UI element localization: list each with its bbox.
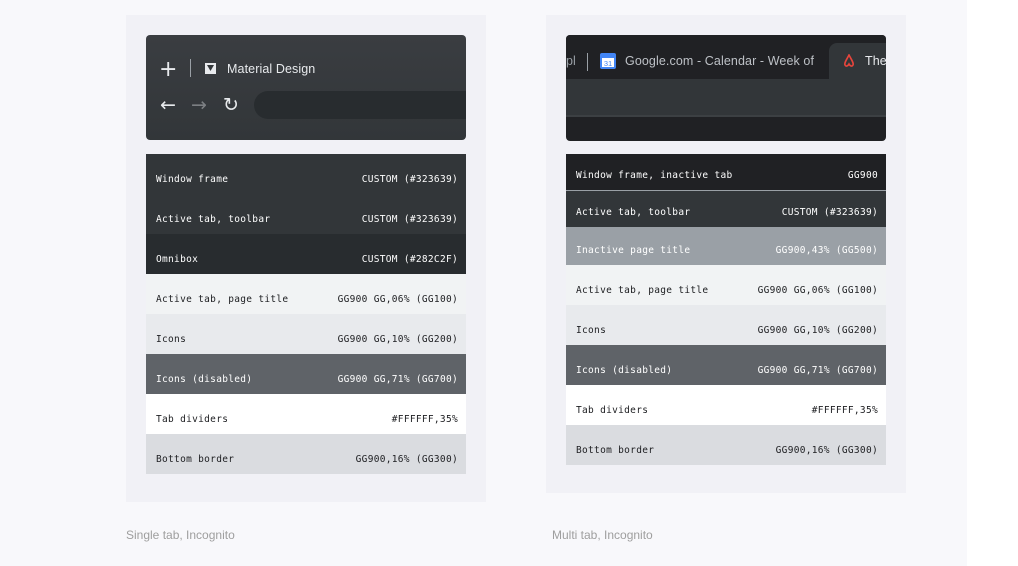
- tab-title[interactable]: Material Design: [227, 62, 315, 76]
- browser-mockup-multi-tab: pl 31 Google.com - Calendar - Week of J …: [566, 35, 886, 141]
- swatch-value: GG900,43% (GG500): [775, 245, 878, 256]
- swatch-label: Active tab, page title: [156, 294, 289, 305]
- partial-tab-title[interactable]: pl: [566, 54, 576, 68]
- swatch-icons-disabled: Icons (disabled) GG900 GG,71% (GG700): [146, 354, 466, 394]
- swatch-tab-dividers: Tab dividers #FFFFFF,35%: [566, 385, 886, 425]
- swatch-bottom-border: Bottom border GG900,16% (GG300): [566, 425, 886, 465]
- swatch-value: #FFFFFF,35%: [811, 405, 878, 416]
- swatch-label: Bottom border: [156, 454, 235, 465]
- swatch-window-frame-inactive-tab: Window frame, inactive tab GG900: [566, 154, 886, 191]
- swatch-label: Window frame: [156, 174, 229, 185]
- swatch-value: CUSTOM (#323639): [361, 214, 458, 225]
- swatch-label: Icons: [576, 325, 607, 336]
- back-arrow-icon[interactable]: ←: [160, 96, 176, 115]
- swatch-value: CUSTOM (#282C2F): [361, 254, 458, 265]
- swatch-label: Window frame, inactive tab: [576, 170, 733, 181]
- color-swatch-list: Window frame CUSTOM (#323639) Active tab…: [146, 154, 466, 474]
- single-tab-caption: Single tab, Incognito: [126, 528, 235, 542]
- active-tab-title[interactable]: The: [865, 54, 886, 68]
- swatch-value: GG900 GG,10% (GG200): [757, 325, 878, 336]
- swatch-value: CUSTOM (#323639): [781, 207, 878, 218]
- material-design-favicon: [205, 63, 216, 74]
- swatch-value: GG900 GG,06% (GG100): [757, 285, 878, 296]
- browser-mockup-single-tab: + Material Design ← → ↻: [146, 35, 466, 140]
- forward-arrow-icon[interactable]: →: [191, 96, 207, 115]
- swatch-label: Tab dividers: [576, 405, 649, 416]
- swatch-label: Active tab, page title: [576, 285, 709, 296]
- swatch-label: Icons: [156, 334, 187, 345]
- swatch-label: Active tab, toolbar: [576, 207, 691, 218]
- swatch-icons: Icons GG900 GG,10% (GG200): [566, 305, 886, 345]
- tab-divider: [190, 59, 191, 77]
- reload-icon[interactable]: ↻: [223, 96, 239, 115]
- swatch-active-tab-toolbar: Active tab, toolbar CUSTOM (#323639): [146, 194, 466, 234]
- swatch-tab-dividers: Tab dividers #FFFFFF,35%: [146, 394, 466, 434]
- toolbar-bottom-border: [566, 115, 886, 117]
- multi-tab-panel: pl 31 Google.com - Calendar - Week of J …: [546, 15, 906, 493]
- swatch-label: Tab dividers: [156, 414, 229, 425]
- swatch-icons-disabled: Icons (disabled) GG900 GG,71% (GG700): [566, 345, 886, 385]
- swatch-value: CUSTOM (#323639): [361, 174, 458, 185]
- swatch-value: GG900 GG,10% (GG200): [337, 334, 458, 345]
- swatch-active-tab-page-title: Active tab, page title GG900 GG,06% (GG1…: [146, 274, 466, 314]
- swatch-label: Inactive page title: [576, 245, 691, 256]
- swatch-label: Icons (disabled): [576, 365, 673, 376]
- swatch-label: Icons (disabled): [156, 374, 253, 385]
- omnibox[interactable]: [254, 91, 466, 119]
- swatch-value: GG900 GG,71% (GG700): [757, 365, 878, 376]
- new-tab-icon[interactable]: +: [159, 59, 177, 81]
- toolbar: [566, 79, 886, 117]
- calendar-favicon: 31: [600, 53, 616, 69]
- color-swatch-list: Window frame, inactive tab GG900 Active …: [566, 154, 886, 465]
- toolbar: ← → ↻: [146, 91, 466, 133]
- swatch-label: Active tab, toolbar: [156, 214, 271, 225]
- swatch-value: GG900: [847, 170, 878, 181]
- multi-tab-caption: Multi tab, Incognito: [552, 528, 653, 542]
- airbnb-favicon: [844, 54, 854, 67]
- swatch-window-frame: Window frame CUSTOM (#323639): [146, 154, 466, 194]
- swatch-value: #FFFFFF,35%: [391, 414, 458, 425]
- swatch-value: GG900,16% (GG300): [355, 454, 458, 465]
- swatch-omnibox: Omnibox CUSTOM (#282C2F): [146, 234, 466, 274]
- swatch-label: Omnibox: [156, 254, 199, 265]
- swatch-label: Bottom border: [576, 445, 655, 456]
- swatch-icons: Icons GG900 GG,10% (GG200): [146, 314, 466, 354]
- tab-divider: [587, 53, 588, 71]
- single-tab-panel: + Material Design ← → ↻ Window frame CUS…: [126, 15, 486, 502]
- swatch-value: GG900,16% (GG300): [775, 445, 878, 456]
- swatch-value: GG900 GG,71% (GG700): [337, 374, 458, 385]
- swatch-inactive-page-title: Inactive page title GG900,43% (GG500): [566, 227, 886, 265]
- swatch-active-tab-page-title: Active tab, page title GG900 GG,06% (GG1…: [566, 265, 886, 305]
- swatch-active-tab-toolbar: Active tab, toolbar CUSTOM (#323639): [566, 191, 886, 227]
- tab-strip: pl 31 Google.com - Calendar - Week of J …: [566, 35, 886, 79]
- swatch-value: GG900 GG,06% (GG100): [337, 294, 458, 305]
- calendar-tab-title[interactable]: Google.com - Calendar - Week of J: [625, 54, 817, 68]
- calendar-icon-day: 31: [604, 59, 612, 68]
- swatch-bottom-border: Bottom border GG900,16% (GG300): [146, 434, 466, 474]
